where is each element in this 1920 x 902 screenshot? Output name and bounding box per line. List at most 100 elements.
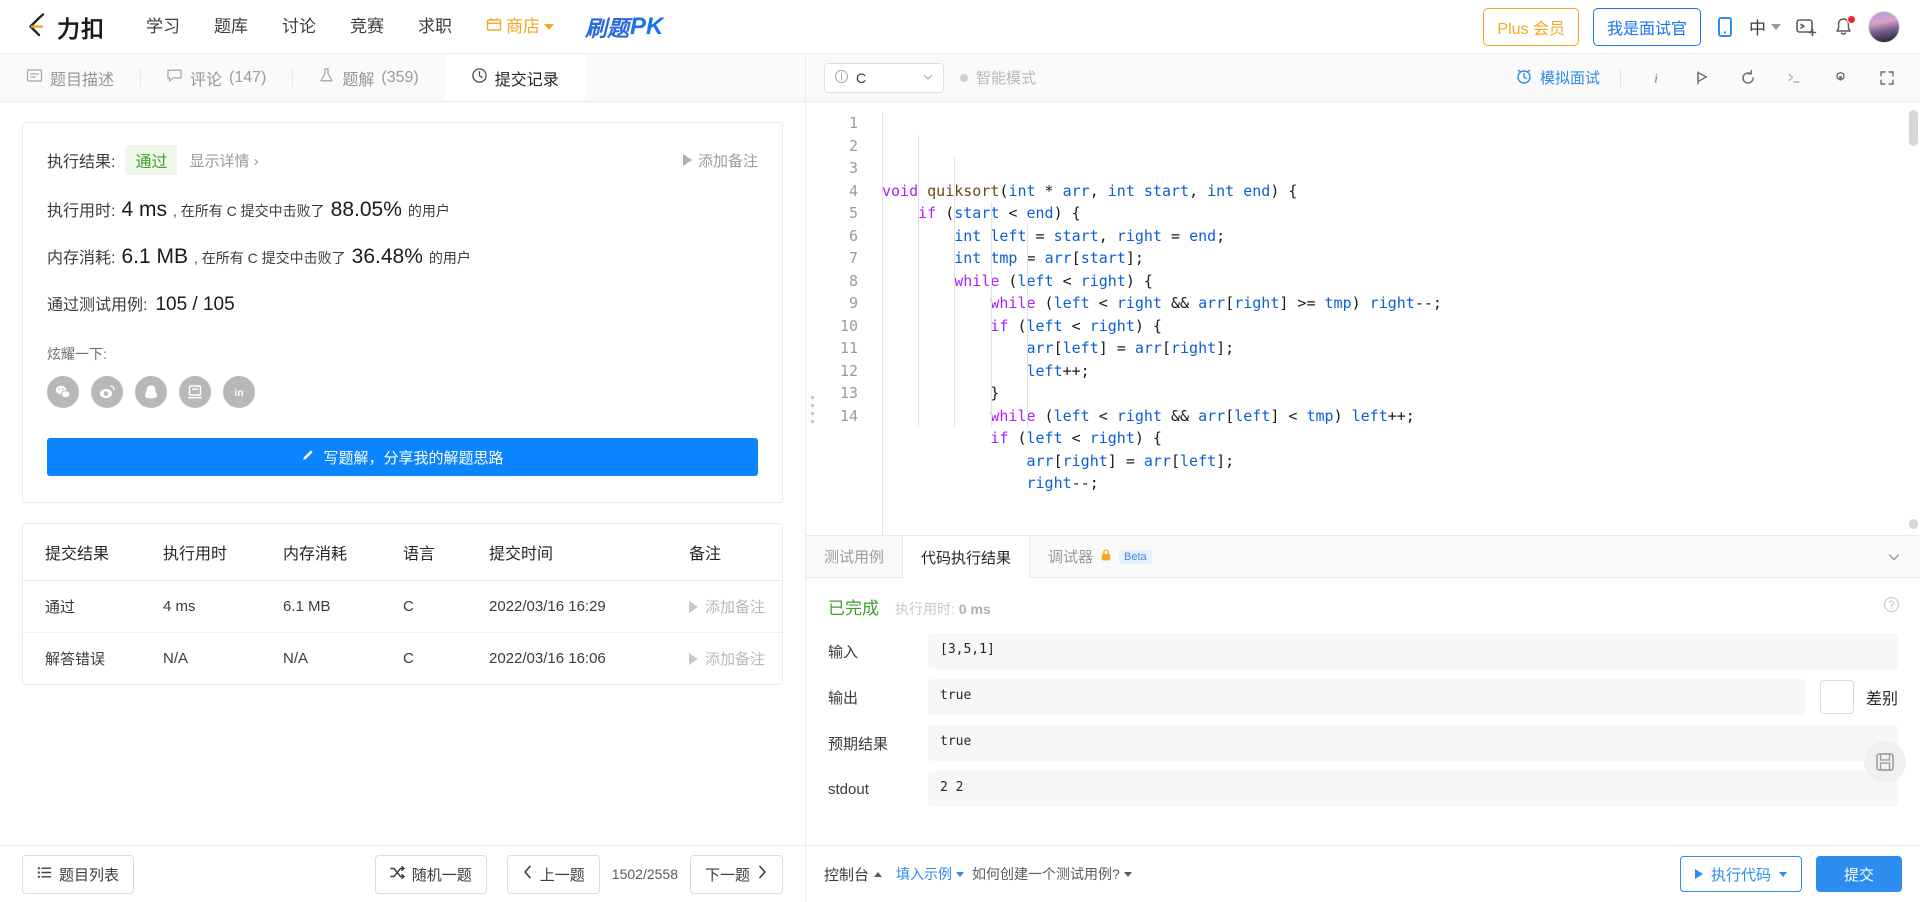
help-icon[interactable] [1883,596,1900,618]
table-row[interactable]: 通过 4 ms 6.1 MB C 2022/03/16 16:29 添加备注 [23,580,782,633]
nav-link-study[interactable]: 学习 [129,0,197,54]
flag-icon [689,652,698,665]
field-value-input[interactable]: [3,5,1] [928,633,1898,669]
leetcode-app: 力扣 学习 题库 讨论 竞赛 求职 商店 刷题 PK Plus 会员 我是面试官 [0,0,1920,902]
language-switcher[interactable]: 中 [1749,14,1781,39]
problem-list-button[interactable]: 题目列表 [22,854,135,894]
code-line[interactable]: while (left < right && arr[right] >= tmp… [882,292,1920,315]
next-problem-button[interactable]: 下一题 [689,854,783,894]
code-line[interactable]: right--; [882,472,1920,495]
fold-handle[interactable] [811,396,814,428]
code-line[interactable]: arr[left] = arr[right]; [882,337,1920,360]
avatar[interactable] [1868,10,1900,43]
submit-button[interactable]: 提交 [1815,856,1902,892]
svg-text:in: in [235,388,244,399]
console-status: 已完成 [828,599,879,618]
tab-solutions[interactable]: 题解 (359) [292,54,444,101]
douban-icon[interactable] [179,376,211,408]
write-solution-button[interactable]: 写题解，分享我的解题思路 [47,438,758,476]
table-row[interactable]: 解答错误 N/A N/A C 2022/03/16 16:06 添加备注 [23,633,782,685]
code-line[interactable]: int left = start, right = end; [882,225,1920,248]
code-editor[interactable]: 1 2 3 4 5 6 7 8 9 10 11 12 13 14 void quiksort(int * … [806,102,1920,535]
row-note[interactable]: 添加备注 [689,580,782,633]
code-line[interactable]: arr[right] = arr[left]; [882,450,1920,473]
runtime-label: 执行用时: [47,203,116,220]
testcases-row: 通过测试用例: 105 / 105 [47,291,758,316]
tab-code-result[interactable]: 代码执行结果 [902,536,1031,578]
tab-submissions[interactable]: 提交记录 [444,54,585,101]
row-result[interactable]: 解答错误 [23,633,163,685]
settings-icon[interactable] [1825,68,1856,87]
nav-link-contest[interactable]: 竞赛 [333,0,401,54]
row-time: 2022/03/16 16:06 [489,650,606,667]
terminal-add-icon[interactable] [1795,16,1819,38]
field-value-expected[interactable]: true [928,725,1898,761]
random-problem-button[interactable]: 随机一题 [374,854,487,894]
mobile-icon[interactable] [1715,16,1735,38]
field-value-output[interactable]: true [928,679,1806,715]
collapse-console-button[interactable] [1868,536,1920,577]
fill-example-button[interactable]: 填入示例 [896,864,965,884]
plus-member-button[interactable]: Plus 会员 [1483,7,1579,46]
code-line[interactable]: int tmp = arr[start]; [882,247,1920,270]
mock-interview-button[interactable]: 模拟面试 [1515,67,1600,89]
prev-problem-button[interactable]: 上一题 [506,854,600,894]
add-note-button[interactable]: 添加备注 [682,150,758,171]
page-indicator: 1502/2558 [611,866,678,882]
nav-link-pk[interactable]: 刷题 PK [585,11,663,43]
problem-pager: 上一题 1502/2558 下一题 [506,854,783,894]
row-result[interactable]: 通过 [23,580,163,633]
code-content[interactable]: void quiksort(int * arr, int start, int … [870,102,1920,535]
how-to-create-testcase-button[interactable]: 如何创建一个测试用例? [972,864,1132,884]
qq-icon[interactable] [135,376,167,408]
row-runtime: N/A [163,650,189,667]
row-memory: N/A [283,650,309,667]
code-line[interactable]: } [882,382,1920,405]
language-select[interactable]: C [824,62,944,93]
editor-scrollbar[interactable] [1909,110,1918,146]
linkedin-icon[interactable]: in [223,376,255,408]
nav-link-jobs[interactable]: 求职 [401,0,469,54]
console-status-row: 已完成 执行用时: 0 ms [828,594,1898,619]
nav-link-shop[interactable]: 商店 [469,0,571,54]
fullscreen-icon[interactable] [1872,69,1902,87]
nav-link-problems[interactable]: 题库 [197,0,265,54]
diff-toggle-button[interactable] [1819,680,1854,714]
brand-logo-link[interactable]: 力扣 [20,10,105,44]
diff-label[interactable]: 差别 [1866,685,1898,709]
code-line[interactable]: void quiksort(int * arr, int start, int … [882,180,1920,203]
code-line[interactable]: left++; [882,360,1920,383]
indent-guide [1026,224,1028,427]
save-icon[interactable] [1864,741,1906,783]
code-line[interactable]: if (left < right) { [882,427,1920,450]
code-line[interactable]: while (left < right && arr[left] < tmp) … [882,405,1920,428]
reset-icon[interactable] [1733,69,1763,87]
shop-icon [486,0,502,54]
code-line[interactable]: while (left < right) { [882,270,1920,293]
field-value-stdout[interactable]: 2 2 [928,771,1898,807]
terminal-icon[interactable] [1779,69,1809,87]
console-toggle[interactable]: 控制台 [824,864,883,885]
tab-comments[interactable]: 评论 (147) [140,54,292,101]
show-detail-link[interactable]: 显示详情 › [189,150,258,171]
tab-description[interactable]: 题目描述 [0,54,140,101]
flag-icon[interactable] [1687,69,1717,87]
interviewer-button[interactable]: 我是面试官 [1592,7,1701,46]
field-label-output: 输出 [828,689,859,707]
tab-testcase[interactable]: 测试用例 [806,536,902,577]
weibo-icon[interactable] [91,376,123,408]
wechat-icon[interactable] [47,376,79,408]
pk-cn-label: 刷题 [585,15,630,41]
run-code-button[interactable]: 执行代码 [1679,856,1802,892]
bell-icon[interactable] [1833,14,1856,38]
row-note[interactable]: 添加备注 [689,633,782,685]
editor-scrollbar-bottom[interactable] [1909,519,1918,529]
code-line[interactable]: if (left < right) { [882,315,1920,338]
smart-mode-toggle[interactable]: 智能模式 [960,67,1036,88]
tab-debugger[interactable]: 调试器 Beta [1030,536,1170,577]
nav-link-discuss[interactable]: 讨论 [265,0,333,54]
info-icon[interactable]: i [1641,69,1671,87]
row-memory: 6.1 MB [283,580,403,633]
code-line[interactable]: if (start < end) { [882,202,1920,225]
code-scroll-area[interactable]: 1 2 3 4 5 6 7 8 9 10 11 12 13 14 void quiksort(int * … [820,102,1920,535]
